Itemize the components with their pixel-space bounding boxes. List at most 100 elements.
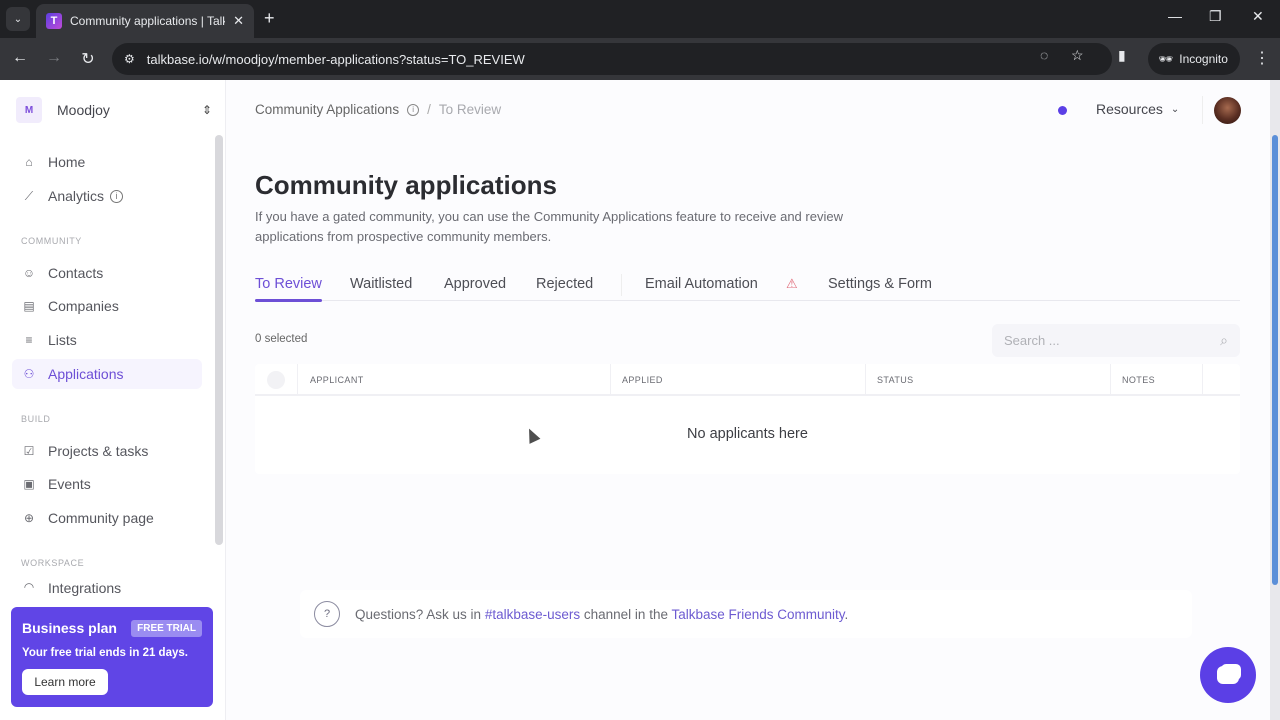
page-title: Community applications (255, 170, 557, 200)
sidebar-item-applications[interactable]: ⚇ Applications (12, 359, 202, 389)
workspace-switcher[interactable]: M Moodjoy ⇕ (16, 96, 212, 124)
page-scrollbar[interactable] (1270, 80, 1280, 720)
eye-off-icon[interactable]: ◌ (1040, 47, 1048, 63)
section-label-build: BUILD (21, 414, 51, 424)
new-tab-button[interactable]: + (264, 8, 275, 29)
column-header-applied[interactable]: APPLIED (622, 375, 663, 385)
tab-settings-form[interactable]: Settings & Form (828, 276, 932, 292)
question-icon: ? (314, 601, 340, 627)
sidebar-item-label: Lists (48, 332, 77, 348)
resources-label: Resources (1096, 101, 1163, 117)
address-bar[interactable]: ⚙ talkbase.io/w/moodjoy/member-applicati… (112, 43, 1112, 75)
restore-button[interactable]: ❐ (1209, 8, 1222, 25)
sidebar-item-home[interactable]: ⌂ Home (12, 147, 202, 177)
page-description: If you have a gated community, you can u… (255, 209, 843, 244)
empty-state-message: No applicants here (687, 426, 808, 442)
breadcrumb-parent[interactable]: Community Applications (255, 102, 399, 117)
status-tabs: To Review Waitlisted Approved Rejected E… (255, 272, 1240, 302)
resources-dropdown[interactable]: Resources ⌄ (1096, 101, 1179, 117)
community-link[interactable]: Talkbase Friends Community (671, 607, 844, 622)
tab-divider (621, 274, 622, 296)
sidebar-item-companies[interactable]: ▤ Companies (12, 291, 202, 321)
home-icon: ⌂ (25, 155, 33, 169)
scrollbar-thumb[interactable] (1272, 135, 1278, 585)
sidebar-item-community-page[interactable]: ⊕ Community page (12, 503, 202, 533)
sidebar-item-integrations[interactable]: ◠ Integrations (12, 580, 202, 598)
tab-to-review[interactable]: To Review (255, 276, 322, 302)
bookmark-star-icon[interactable]: ☆ (1071, 47, 1084, 64)
breadcrumb: Community Applications i / To Review (255, 102, 501, 117)
select-all-checkbox[interactable] (267, 371, 285, 389)
sidebar-item-label: Analytics (48, 188, 105, 204)
column-header-applicant[interactable]: APPLICANT (310, 375, 364, 385)
tab-waitlisted[interactable]: Waitlisted (350, 276, 412, 292)
chevron-down-icon: ⌄ (13, 13, 23, 25)
incognito-indicator[interactable]: 🕶 Incognito (1148, 43, 1240, 75)
user-avatar[interactable] (1214, 97, 1241, 124)
promo-text: Your free trial ends in 21 days. (22, 647, 188, 659)
chat-support-button[interactable] (1200, 647, 1256, 703)
chart-line-icon: ⟋ (24, 188, 34, 203)
breadcrumb-separator: / (427, 102, 431, 117)
channel-link[interactable]: #talkbase-users (485, 607, 580, 622)
header-divider (1202, 96, 1203, 124)
sidebar-item-contacts[interactable]: ☺ Contacts (12, 258, 202, 288)
column-header-notes[interactable]: NOTES (1122, 375, 1155, 385)
close-tab-icon[interactable]: ✕ (233, 13, 244, 29)
plug-icon: ◠ (23, 580, 35, 594)
sidebar-item-label: Community page (48, 510, 154, 526)
globe-icon: ⊕ (23, 511, 35, 525)
help-banner: ? Questions? Ask us in #talkbase-users c… (300, 590, 1192, 638)
tab-rejected[interactable]: Rejected (536, 276, 593, 292)
column-header-status[interactable]: STATUS (877, 375, 914, 385)
sidebar-item-label: Contacts (48, 265, 104, 281)
tab-list-button[interactable]: ⌄ (6, 7, 30, 31)
column-divider (1202, 364, 1203, 396)
sidebar-scrollbar[interactable] (215, 135, 223, 545)
browser-menu-icon[interactable]: ⋮ (1254, 48, 1270, 68)
warning-icon: ⚠ (786, 276, 798, 291)
chevron-up-down-icon: ⇕ (201, 103, 212, 117)
notification-dot[interactable] (1058, 106, 1067, 115)
back-button[interactable]: ← (10, 49, 30, 67)
calendar-icon: ▣ (23, 477, 35, 491)
site-info-icon[interactable]: ⚙ (124, 52, 135, 66)
breadcrumb-current: To Review (438, 102, 502, 117)
sidebar-item-projects-tasks[interactable]: ☑ Projects & tasks (12, 436, 202, 466)
list-icon: ≡ (25, 333, 33, 347)
sidebar: M Moodjoy ⇕ ⌂ Home ⟋ Analytics i COMMUNI… (0, 80, 226, 720)
sidebar-item-label: Applications (48, 366, 124, 382)
users-icon: ☺ (22, 266, 36, 280)
tab-approved[interactable]: Approved (444, 276, 506, 292)
sidebar-item-lists[interactable]: ≡ Lists (12, 325, 202, 355)
applicants-table: APPLICANT APPLIED STATUS NOTES No applic… (255, 364, 1240, 474)
free-trial-badge: FREE TRIAL (131, 620, 202, 637)
sidebar-item-label: Home (48, 154, 86, 170)
side-panel-icon[interactable]: ▮ (1118, 47, 1126, 64)
incognito-label: Incognito (1179, 52, 1228, 66)
workspace-name: Moodjoy (57, 102, 110, 118)
sidebar-item-events[interactable]: ▣ Events (12, 469, 202, 499)
browser-tab[interactable]: T Community applications | Talkbase ✕ (36, 4, 254, 38)
sidebar-item-label: Projects & tasks (48, 443, 149, 459)
sidebar-item-analytics[interactable]: ⟋ Analytics i (12, 181, 202, 211)
search-input[interactable] (1004, 333, 1221, 348)
url-text[interactable]: talkbase.io/w/moodjoy/member-application… (147, 52, 525, 67)
tab-email-automation[interactable]: Email Automation (645, 276, 758, 292)
minimize-button[interactable]: — (1168, 8, 1182, 24)
browser-toolbar: ← → ↻ ⚙ talkbase.io/w/moodjoy/member-app… (0, 38, 1280, 80)
workspace-avatar: M (16, 97, 42, 123)
sidebar-item-label: Integrations (48, 580, 122, 596)
search-icon[interactable]: ⌕ (1220, 332, 1228, 349)
forward-button[interactable]: → (44, 49, 64, 67)
sidebar-item-label: Events (48, 476, 91, 492)
help-suffix: . (844, 606, 849, 622)
reload-button[interactable]: ↻ (78, 49, 98, 69)
learn-more-button[interactable]: Learn more (22, 669, 108, 695)
close-window-button[interactable]: ✕ (1252, 8, 1264, 25)
selected-count: 0 selected (255, 333, 308, 345)
info-icon[interactable]: i (110, 189, 124, 203)
info-icon[interactable]: i (407, 103, 420, 116)
search-box[interactable]: ⌕ (992, 324, 1240, 357)
building-icon: ▤ (23, 299, 35, 313)
